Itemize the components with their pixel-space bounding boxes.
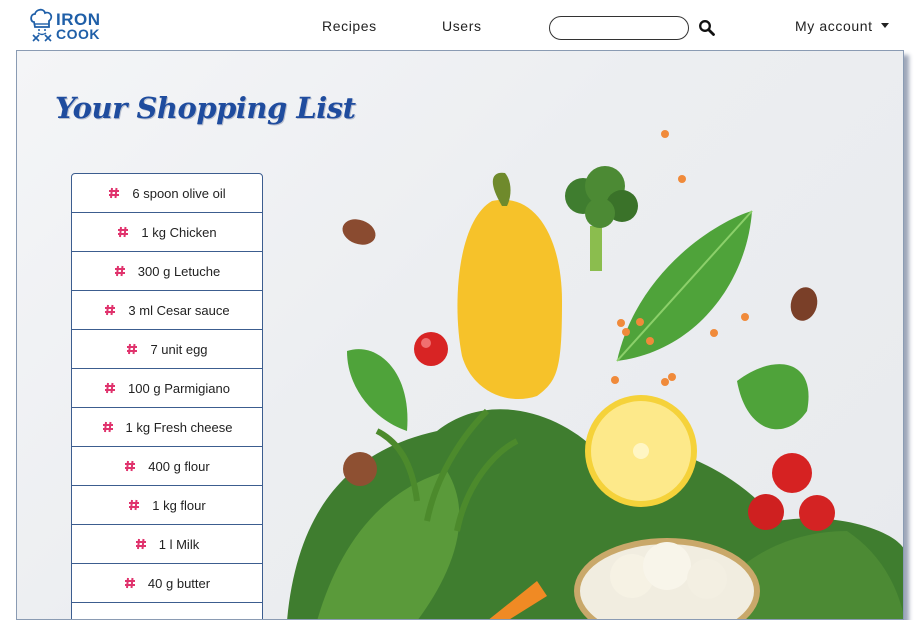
hashtag-icon: [109, 187, 120, 199]
shopping-list-item-label: 100 g Parmigiano: [128, 380, 230, 396]
shopping-list-item: 1 kg flour: [71, 486, 263, 525]
search-icon[interactable]: [698, 19, 716, 37]
shopping-list-item: 40 g butter: [71, 564, 263, 603]
shopping-list-item-label: 1 kg Fresh cheese: [125, 419, 233, 435]
shopping-list-item-label: 3 ml Cesar sauce: [128, 302, 230, 318]
hashtag-icon: [105, 304, 116, 316]
shopping-list-item: 1 kg Chicken: [71, 213, 263, 252]
caret-down-icon: [880, 23, 889, 28]
shopping-list-item: 6 spoon olive oil: [71, 173, 263, 213]
shopping-list-item-label: 1 kg flour: [152, 497, 206, 513]
page-title: Your Shopping List: [55, 91, 356, 125]
hashtag-icon: [124, 577, 135, 589]
shopping-list-item: [71, 603, 263, 619]
shopping-list-item-label: 400 g flour: [148, 458, 210, 474]
hashtag-icon: [129, 499, 140, 511]
hashtag-icon: [125, 460, 136, 472]
shopping-list-item-label: 1 kg Chicken: [141, 224, 217, 240]
shopping-list-item-label: 7 unit egg: [150, 341, 208, 357]
my-account-dropdown[interactable]: My account: [795, 18, 889, 34]
shopping-list-item: 300 g Letuche: [71, 252, 263, 291]
search-input[interactable]: [549, 16, 689, 40]
iron-cook-logo[interactable]: IRON COOK: [29, 8, 109, 44]
shopping-list-item-label: 300 g Letuche: [137, 263, 221, 279]
hashtag-icon: [102, 421, 113, 433]
shopping-list-item-label: 6 spoon olive oil: [132, 185, 226, 201]
hashtag-icon: [105, 382, 116, 394]
shopping-list-item: 7 unit egg: [71, 330, 263, 369]
nav-recipes-link[interactable]: Recipes: [322, 18, 377, 34]
logo-text-cook: COOK: [56, 26, 100, 42]
shopping-list: 6 spoon olive oil 1 kg Chicken 300 g Letuc…: [71, 173, 263, 619]
shopping-list-item: 1 kg Fresh cheese: [71, 408, 263, 447]
shopping-list-item: 400 g flour: [71, 447, 263, 486]
navbar: IRON COOK Recipes Users My account: [0, 0, 921, 50]
hashtag-icon: [127, 343, 138, 355]
my-account-label: My account: [795, 18, 873, 34]
chef-hat-icon: [30, 8, 53, 42]
hashtag-icon: [114, 265, 125, 277]
shopping-list-item-label: 1 l Milk: [158, 536, 200, 552]
shopping-list-item-label: 40 g butter: [147, 575, 211, 591]
shopping-list-item: 1 l Milk: [71, 525, 263, 564]
hashtag-icon: [135, 538, 146, 550]
hashtag-icon: [118, 226, 129, 238]
shopping-list-item: 100 g Parmigiano: [71, 369, 263, 408]
shopping-list-panel: Your Shopping List 6 spoon olive oil 1 kg…: [16, 50, 904, 620]
shopping-list-item: 3 ml Cesar sauce: [71, 291, 263, 330]
nav-users-link[interactable]: Users: [442, 18, 482, 34]
